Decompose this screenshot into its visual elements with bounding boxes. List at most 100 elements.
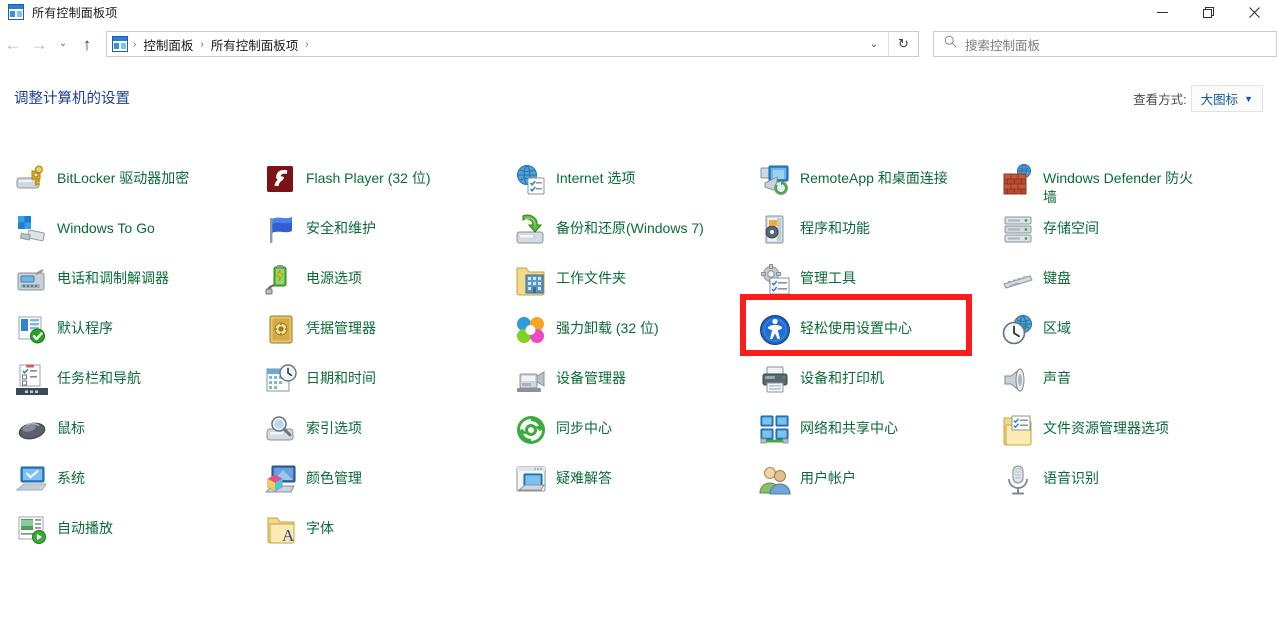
control-panel-item[interactable]: Windows Defender 防火墙 [1000, 162, 1203, 209]
control-panel-item-label: 索引选项 [306, 414, 362, 438]
troubleshooting-icon [515, 464, 547, 496]
control-panel-item[interactable]: Windows To Go [14, 212, 157, 248]
forward-arrow-icon[interactable]: → [26, 30, 52, 58]
breadcrumb-all-items[interactable]: 所有控制面板项 [206, 33, 304, 56]
control-panel-item[interactable]: 电源选项 [263, 262, 364, 298]
control-panel-item-label: 存储空间 [1043, 214, 1099, 238]
control-panel-item-label: Windows To Go [57, 214, 155, 238]
control-panel-item[interactable]: A字体 [263, 512, 336, 548]
control-panel-item-label: 颜色管理 [306, 464, 362, 488]
control-panel-icon [8, 4, 24, 20]
control-panel-item[interactable]: 安全和维护 [263, 212, 378, 248]
view-by-label: 查看方式: [1133, 89, 1186, 108]
control-panel-item-label: 文件资源管理器选项 [1043, 414, 1169, 438]
title-bar: 所有控制面板项 [0, 0, 1277, 24]
control-panel-item[interactable]: 任务栏和导航 [14, 362, 143, 398]
control-panel-item[interactable]: 疑难解答 [513, 462, 614, 498]
control-panel-item-label: 凭据管理器 [306, 314, 376, 338]
search-input[interactable]: 搜索控制面板 [965, 35, 1040, 54]
page-title: 调整计算机的设置 [14, 87, 130, 108]
control-panel-item[interactable]: Flash Player (32 位) [263, 162, 432, 198]
control-panel-item[interactable]: RemoteApp 和桌面连接 [757, 162, 950, 198]
device-manager-icon [515, 364, 547, 396]
keyboard-icon [1002, 264, 1034, 296]
windows-to-go-icon [16, 214, 48, 246]
control-panel-item[interactable]: 工作文件夹 [513, 262, 628, 298]
control-panel-item[interactable]: 索引选项 [263, 412, 364, 448]
control-panel-item-label: Internet 选项 [556, 164, 635, 188]
control-panel-item[interactable]: Internet 选项 [513, 162, 637, 198]
remoteapp-and-desktop-connections-icon [759, 164, 791, 196]
control-panel-item[interactable]: 备份和还原(Windows 7) [513, 212, 706, 248]
default-programs-icon [16, 314, 48, 346]
control-panel-item-label: 系统 [57, 464, 85, 488]
powerful-uninstall-icon [515, 314, 547, 346]
control-panel-item[interactable]: 设备和打印机 [757, 362, 886, 398]
bitlocker-drive-encryption-icon [16, 164, 48, 196]
control-panel-item-label: 语音识别 [1043, 464, 1099, 488]
security-and-maintenance-icon [265, 214, 297, 246]
refresh-icon[interactable]: ↻ [888, 32, 918, 56]
control-panel-item[interactable]: 轻松使用设置中心 [757, 312, 914, 348]
control-panel-item[interactable]: 电话和调制解调器 [14, 262, 171, 298]
control-panel-item[interactable]: 程序和功能 [757, 212, 872, 248]
control-panel-item-label: 日期和时间 [306, 364, 376, 388]
control-panel-item[interactable]: 用户帐户 [757, 462, 858, 498]
devices-and-printers-icon [759, 364, 791, 396]
sync-center-icon [515, 414, 547, 446]
control-panel-item-label: 用户帐户 [800, 464, 856, 488]
file-explorer-options-icon [1002, 414, 1034, 446]
up-arrow-icon[interactable]: ↑ [74, 30, 100, 58]
control-panel-item[interactable]: 同步中心 [513, 412, 614, 448]
network-and-sharing-center-icon [759, 414, 791, 446]
control-panel-item[interactable]: 凭据管理器 [263, 312, 378, 348]
ease-of-access-center-icon [759, 314, 791, 346]
storage-spaces-icon [1002, 214, 1034, 246]
control-panel-item[interactable]: 声音 [1000, 362, 1073, 398]
administrative-tools-icon [759, 264, 791, 296]
svg-text:A: A [282, 526, 295, 545]
control-panel-item-label: 键盘 [1043, 264, 1071, 288]
control-panel-item[interactable]: 语音识别 [1000, 462, 1101, 498]
control-panel-item-label: Flash Player (32 位) [306, 164, 430, 188]
search-box[interactable]: 搜索控制面板 [933, 31, 1277, 57]
region-icon [1002, 314, 1034, 346]
back-arrow-icon[interactable]: ← [0, 30, 26, 58]
windows-defender-firewall-icon [1002, 164, 1034, 196]
address-bar[interactable]: › 控制面板 › 所有控制面板项 › ⌄ ↻ [106, 31, 919, 57]
control-panel-item[interactable]: BitLocker 驱动器加密 [14, 162, 191, 198]
control-panel-item-label: 管理工具 [800, 264, 856, 288]
maximize-button[interactable] [1185, 0, 1231, 24]
close-button[interactable] [1231, 0, 1277, 24]
control-panel-item[interactable]: 自动播放 [14, 512, 115, 548]
view-by-button[interactable]: 大图标 ▼ [1191, 85, 1263, 112]
color-management-icon [265, 464, 297, 496]
control-panel-item[interactable]: 日期和时间 [263, 362, 378, 398]
control-panel-item-label: 声音 [1043, 364, 1071, 388]
control-panel-item[interactable]: 颜色管理 [263, 462, 364, 498]
control-panel-item-label: 区域 [1043, 314, 1071, 338]
address-chevron-down-icon[interactable]: ⌄ [861, 32, 887, 56]
control-panel-item[interactable]: 文件资源管理器选项 [1000, 412, 1171, 448]
control-panel-item-label: 设备和打印机 [800, 364, 884, 388]
navigation-bar: ← → ⌄ ↑ › 控制面板 › 所有控制面板项 › ⌄ ↻ 搜索控制面板 [0, 24, 1277, 64]
control-panel-item-label: 强力卸载 (32 位) [556, 314, 659, 338]
control-panel-item[interactable]: 存储空间 [1000, 212, 1101, 248]
recent-locations-chevron-down-icon[interactable]: ⌄ [52, 30, 74, 58]
control-panel-item[interactable]: 键盘 [1000, 262, 1073, 298]
control-panel-item[interactable]: 鼠标 [14, 412, 87, 448]
control-panel-item[interactable]: 强力卸载 (32 位) [513, 312, 661, 348]
control-panel-item[interactable]: 默认程序 [14, 312, 115, 348]
control-panel-item[interactable]: 设备管理器 [513, 362, 628, 398]
minimize-button[interactable] [1139, 0, 1185, 24]
control-panel-item[interactable]: 管理工具 [757, 262, 858, 298]
work-folders-icon [515, 264, 547, 296]
control-panel-items-grid: BitLocker 驱动器加密 Windows To Go 电话和调制解调器默认程序… [0, 148, 1277, 568]
control-panel-item[interactable]: 网络和共享中心 [757, 412, 900, 448]
user-accounts-icon [759, 464, 791, 496]
control-panel-item-label: 程序和功能 [800, 214, 870, 238]
control-panel-item[interactable]: 区域 [1000, 312, 1073, 348]
control-panel-item-label: 自动播放 [57, 514, 113, 538]
control-panel-item[interactable]: 系统 [14, 462, 87, 498]
breadcrumb-control-panel[interactable]: 控制面板 [138, 33, 198, 56]
